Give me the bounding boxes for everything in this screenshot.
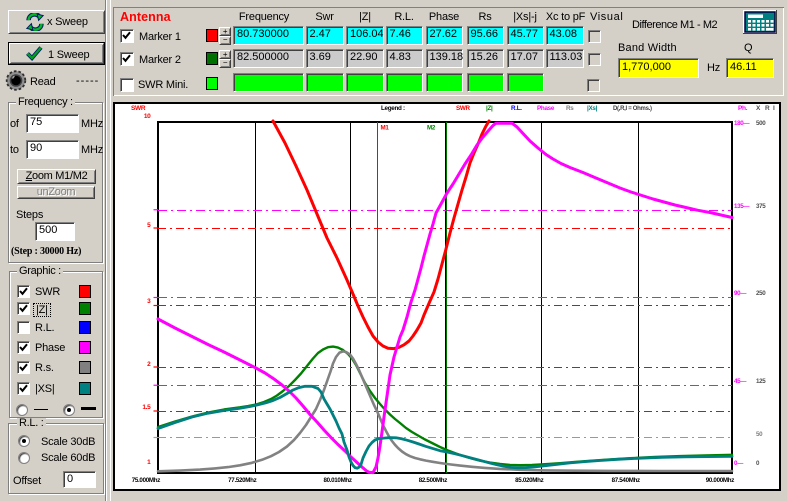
svg-text:SWR: SWR: [456, 105, 471, 112]
svg-text:3: 3: [147, 298, 151, 305]
svg-text:135—: 135—: [734, 203, 750, 210]
svg-text:375: 375: [756, 203, 766, 210]
svg-text:Phase: Phase: [537, 105, 555, 112]
svg-text:0—: 0—: [734, 460, 744, 467]
svg-text:1.5: 1.5: [142, 404, 151, 411]
svg-text:0: 0: [756, 460, 760, 467]
svg-text:1: 1: [147, 459, 151, 466]
svg-text:R: R: [765, 105, 770, 112]
svg-text:250: 250: [756, 290, 766, 297]
svg-text:X: X: [756, 105, 761, 112]
svg-text:R.L.: R.L.: [511, 105, 522, 112]
svg-text:M2: M2: [427, 125, 436, 132]
svg-text:180—: 180—: [734, 120, 750, 127]
svg-text:82.500Mhz: 82.500Mhz: [419, 477, 447, 484]
svg-text:10: 10: [144, 113, 151, 120]
svg-text:M1: M1: [381, 125, 390, 132]
svg-text:80.010Mhz: 80.010Mhz: [323, 477, 351, 484]
svg-text:90.000Mhz: 90.000Mhz: [706, 477, 734, 484]
svg-text:90—: 90—: [734, 290, 747, 297]
svg-text:2: 2: [147, 361, 151, 368]
svg-text:85.020Mhz: 85.020Mhz: [515, 477, 543, 484]
svg-text:125: 125: [756, 378, 766, 385]
svg-text:Legend :: Legend :: [381, 105, 405, 112]
svg-text:500: 500: [756, 120, 766, 127]
svg-text:50: 50: [756, 431, 763, 438]
svg-text:D(,R,I = Ohms.): D(,R,I = Ohms.): [613, 106, 652, 112]
svg-text:SWR: SWR: [131, 105, 146, 112]
svg-text:75.000Mhz: 75.000Mhz: [132, 477, 160, 484]
svg-text:I: I: [773, 105, 775, 112]
svg-text:5: 5: [147, 222, 151, 229]
svg-text:|Xs|: |Xs|: [587, 105, 598, 112]
svg-text:|Z|: |Z|: [486, 105, 493, 112]
svg-text:87.540Mhz: 87.540Mhz: [612, 477, 640, 484]
svg-text:45—: 45—: [734, 378, 747, 385]
svg-text:Ph.: Ph.: [738, 105, 748, 112]
svg-text:77.520Mhz: 77.520Mhz: [228, 477, 256, 484]
svg-text:Rs: Rs: [566, 105, 574, 112]
